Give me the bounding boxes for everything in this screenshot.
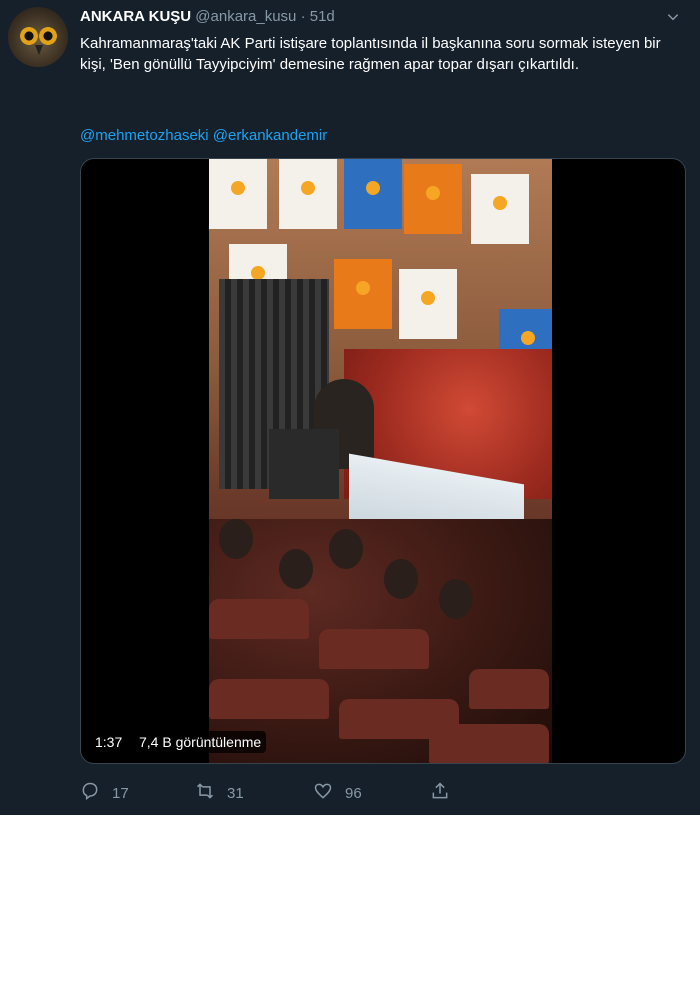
- header-separator: ·: [300, 8, 306, 25]
- mention-link[interactable]: @mehmetozhaseki: [80, 127, 209, 144]
- chevron-down-icon[interactable]: [666, 10, 680, 24]
- tweet-actions: 17 31 96: [80, 778, 680, 808]
- author-handle[interactable]: @ankara_kusu: [195, 8, 296, 25]
- author-name[interactable]: ANKARA KUŞU: [80, 8, 191, 25]
- audience-area: [209, 519, 552, 763]
- like-button[interactable]: 96: [313, 778, 362, 808]
- party-flag: [209, 159, 267, 229]
- party-flag: [279, 159, 337, 229]
- party-flag: [404, 164, 462, 234]
- video-duration-badge: 1:37: [90, 731, 128, 753]
- heart-icon: [313, 781, 345, 805]
- theater-seat: [209, 679, 329, 719]
- podium: [269, 429, 339, 499]
- theater-seat: [319, 629, 429, 669]
- video-player[interactable]: 1:37 7,4 B görüntülenme: [80, 158, 686, 764]
- reply-button[interactable]: 17: [80, 778, 129, 808]
- audience-head: [219, 519, 253, 559]
- party-flag: [344, 159, 402, 229]
- audience-head: [439, 579, 473, 619]
- audience-head: [279, 549, 313, 589]
- tweet-header: ANKARA KUŞU @ankara_kusu · 51d: [80, 8, 335, 28]
- retweet-icon: [195, 781, 227, 805]
- owl-eye-right: [39, 27, 57, 45]
- video-views-badge: 7,4 B görüntülenme: [134, 731, 267, 753]
- audience-head: [329, 529, 363, 569]
- reply-count: 17: [112, 784, 129, 802]
- audience-head: [384, 559, 418, 599]
- tweet-card[interactable]: ANKARA KUŞU @ankara_kusu · 51d Kahramanm…: [0, 0, 700, 815]
- retweet-count: 31: [227, 784, 244, 802]
- mention-link[interactable]: @erkankandemir: [213, 127, 327, 144]
- theater-seat: [429, 724, 549, 763]
- theater-seat: [209, 599, 309, 639]
- owl-beak: [35, 45, 43, 55]
- video-frame[interactable]: [209, 159, 552, 763]
- author-avatar[interactable]: [8, 7, 68, 67]
- party-flag: [334, 259, 392, 329]
- share-icon: [430, 781, 462, 805]
- like-count: 96: [345, 784, 362, 802]
- theater-seat: [469, 669, 549, 709]
- owl-eye-left: [20, 27, 38, 45]
- tweet-timestamp[interactable]: 51d: [310, 8, 335, 25]
- retweet-button[interactable]: 31: [195, 778, 244, 808]
- party-flag: [399, 269, 457, 339]
- tweet-mentions: @mehmetozhaseki @erkankandemir: [80, 125, 327, 146]
- tweet-text: Kahramanmaraş'taki AK Parti istişare top…: [80, 35, 661, 73]
- party-flag: [471, 174, 529, 244]
- share-button[interactable]: [430, 778, 462, 808]
- reply-icon: [80, 781, 112, 805]
